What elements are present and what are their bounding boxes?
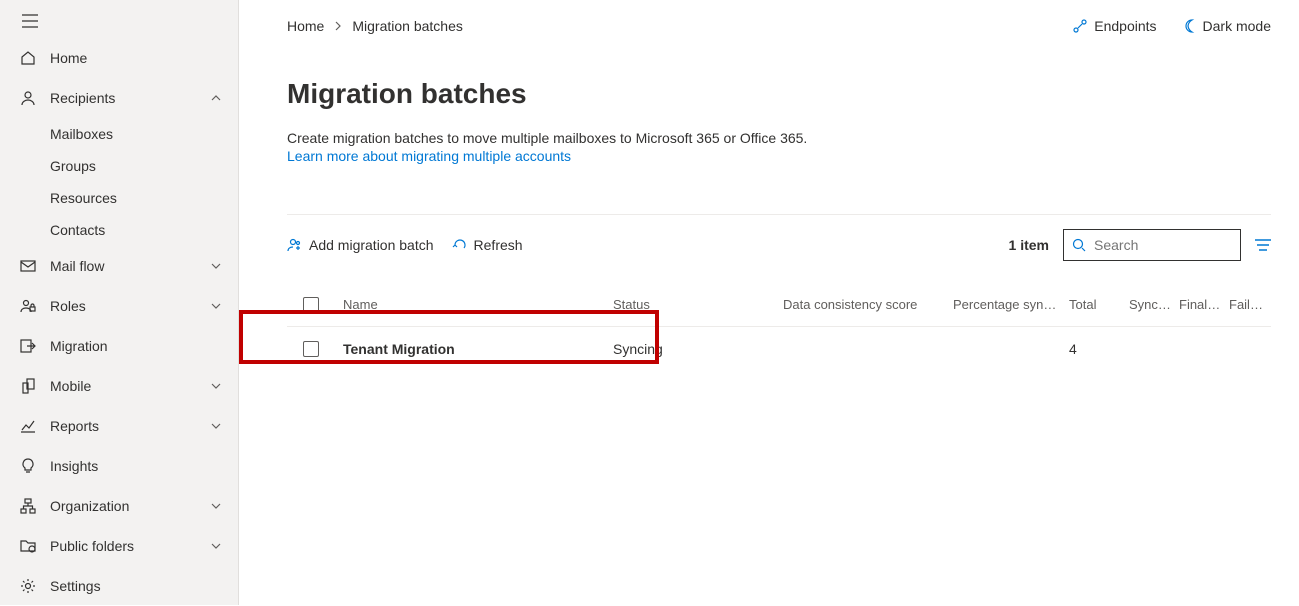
chevron-down-icon [210, 500, 222, 512]
nav-label: Settings [50, 578, 222, 594]
migration-icon [18, 338, 38, 354]
col-pct[interactable]: Percentage synced [953, 297, 1069, 312]
sidebar-item-insights[interactable]: Insights [0, 446, 238, 486]
hamburger-icon [22, 14, 38, 28]
sidebar-item-publicfolders[interactable]: Public folders [0, 526, 238, 566]
home-icon [18, 50, 38, 66]
chevron-down-icon [210, 540, 222, 552]
col-status[interactable]: Status [613, 297, 783, 312]
add-label: Add migration batch [309, 237, 434, 253]
page-title: Migration batches [287, 78, 1271, 110]
nav-label: Migration [50, 338, 222, 354]
sidebar-item-mobile[interactable]: Mobile [0, 366, 238, 406]
nav-label: Mail flow [50, 258, 210, 274]
chevron-down-icon [210, 260, 222, 272]
filter-icon[interactable] [1255, 238, 1271, 252]
nav-label: Mobile [50, 378, 210, 394]
select-all-checkbox[interactable] [303, 297, 319, 313]
sidebar-item-recipients[interactable]: Recipients [0, 78, 238, 118]
roles-icon [18, 298, 38, 314]
search-box[interactable] [1063, 229, 1241, 261]
migration-table: Name Status Data consistency score Perce… [287, 283, 1271, 371]
col-dcs[interactable]: Data consistency score [783, 297, 953, 312]
row-total: 4 [1069, 341, 1129, 357]
nav-label: Home [50, 50, 222, 66]
add-user-icon [287, 237, 303, 253]
row-status: Syncing [613, 341, 783, 357]
nav-label: Reports [50, 418, 210, 434]
refresh-icon [452, 237, 468, 253]
col-total[interactable]: Total [1069, 297, 1129, 312]
breadcrumb-separator-icon [334, 21, 342, 31]
chevron-down-icon [210, 300, 222, 312]
col-name[interactable]: Name [343, 297, 613, 312]
moon-icon [1181, 18, 1197, 34]
insights-icon [18, 458, 38, 474]
endpoints-button[interactable]: Endpoints [1072, 18, 1156, 34]
sidebar-item-reports[interactable]: Reports [0, 406, 238, 446]
table-header: Name Status Data consistency score Perce… [287, 283, 1271, 327]
col-synced[interactable]: Synced [1129, 297, 1179, 312]
search-icon [1072, 238, 1086, 252]
endpoints-label: Endpoints [1094, 18, 1156, 34]
toolbar: Add migration batch Refresh 1 item [287, 214, 1271, 261]
nav-label: Roles [50, 298, 210, 314]
hamburger-menu[interactable] [0, 4, 238, 38]
reports-icon [18, 418, 38, 434]
main-content: Home Migration batches Endpoints Dark mo… [239, 0, 1299, 605]
breadcrumb-current: Migration batches [352, 18, 463, 34]
sidebar-sub-groups[interactable]: Groups [0, 150, 238, 182]
sidebar-sub-resources[interactable]: Resources [0, 182, 238, 214]
nav-label: Organization [50, 498, 210, 514]
mobile-icon [18, 378, 38, 394]
chevron-down-icon [210, 420, 222, 432]
sidebar-item-organization[interactable]: Organization [0, 486, 238, 526]
item-count: 1 item [1009, 237, 1049, 253]
folder-icon [18, 538, 38, 554]
add-migration-batch-button[interactable]: Add migration batch [287, 237, 434, 253]
endpoints-icon [1072, 18, 1088, 34]
chevron-up-icon [210, 92, 222, 104]
col-finalized[interactable]: Finalized [1179, 297, 1229, 312]
sidebar-item-home[interactable]: Home [0, 38, 238, 78]
sidebar-item-roles[interactable]: Roles [0, 286, 238, 326]
sidebar: Home Recipients Mailboxes Groups Resourc… [0, 0, 239, 605]
refresh-button[interactable]: Refresh [452, 237, 523, 253]
gear-icon [18, 578, 38, 594]
nav-label: Insights [50, 458, 222, 474]
breadcrumb-home[interactable]: Home [287, 18, 324, 34]
sidebar-sub-mailboxes[interactable]: Mailboxes [0, 118, 238, 150]
sidebar-item-settings[interactable]: Settings [0, 566, 238, 606]
nav-label: Recipients [50, 90, 210, 106]
learn-more-link[interactable]: Learn more about migrating multiple acco… [287, 148, 1271, 164]
mail-icon [18, 258, 38, 274]
chevron-down-icon [210, 380, 222, 392]
row-name: Tenant Migration [343, 341, 613, 357]
darkmode-label: Dark mode [1203, 18, 1271, 34]
top-actions: Endpoints Dark mode [1072, 18, 1271, 34]
org-icon [18, 498, 38, 514]
search-input[interactable] [1092, 236, 1232, 254]
col-failed[interactable]: Failed [1229, 297, 1271, 312]
darkmode-button[interactable]: Dark mode [1181, 18, 1271, 34]
page-description: Create migration batches to move multipl… [287, 128, 1271, 148]
row-checkbox[interactable] [303, 341, 319, 357]
person-icon [18, 90, 38, 106]
refresh-label: Refresh [474, 237, 523, 253]
sidebar-sub-contacts[interactable]: Contacts [0, 214, 238, 246]
nav-label: Public folders [50, 538, 210, 554]
sidebar-item-mailflow[interactable]: Mail flow [0, 246, 238, 286]
table-row[interactable]: Tenant Migration Syncing 4 [287, 327, 1271, 371]
sidebar-item-migration[interactable]: Migration [0, 326, 238, 366]
